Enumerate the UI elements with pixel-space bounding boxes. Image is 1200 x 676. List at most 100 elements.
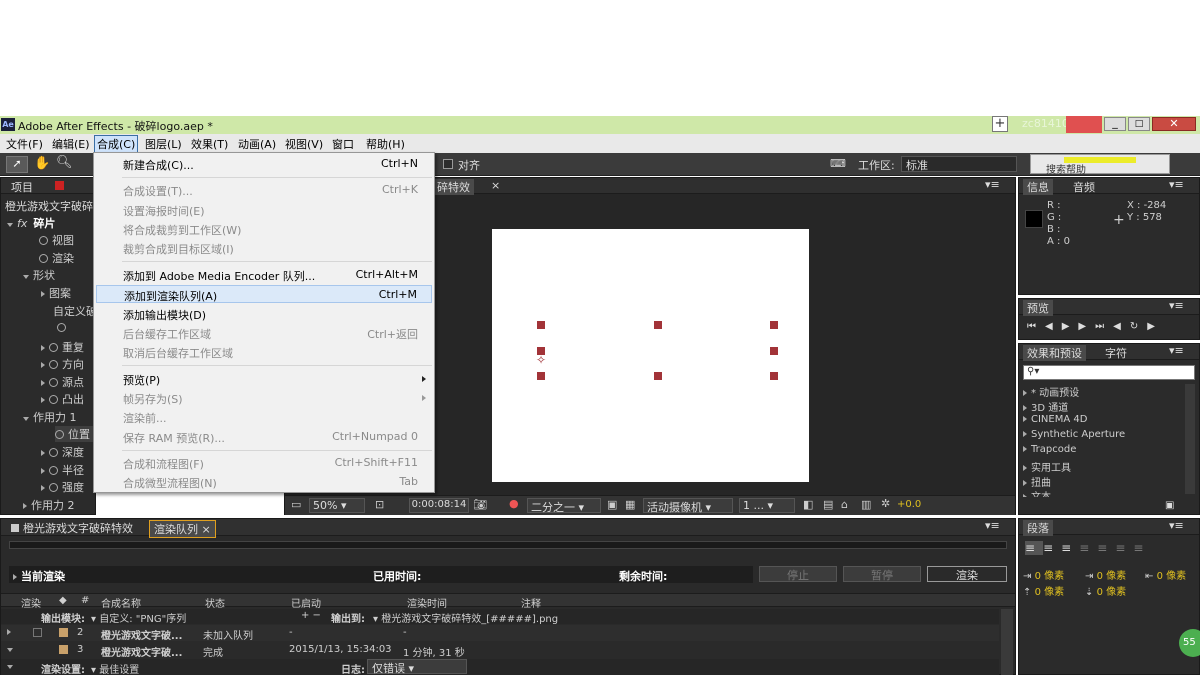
tab-composition[interactable]: 碎特效 (433, 179, 474, 195)
property-origin[interactable]: 源点 (41, 374, 84, 390)
panel-menu-icon[interactable]: ▾≡ (1169, 344, 1184, 357)
exposure-icon[interactable]: ✲ (881, 497, 890, 510)
exposure-value[interactable]: +0.0 (897, 499, 921, 510)
always-preview-icon[interactable]: ▭ (291, 498, 301, 511)
views-select[interactable]: 1 ... ▾ (739, 498, 795, 513)
row-expand-icon[interactable] (7, 627, 15, 638)
next-frame-icon[interactable]: ▶ (1078, 321, 1095, 332)
tab-project[interactable]: 项目 (7, 179, 37, 195)
tab-preview[interactable]: 预览 (1023, 300, 1053, 316)
stopwatch-icon[interactable] (39, 236, 48, 245)
tab-render-queue[interactable]: 渲染队列 × (149, 520, 216, 538)
workspace-select[interactable]: 标准 (901, 156, 1017, 172)
panel-menu-icon[interactable]: ▾≡ (985, 178, 1000, 191)
menu-file[interactable]: 文件(F) (6, 136, 43, 152)
col-status[interactable]: 状态 (205, 595, 225, 610)
align-right-icon[interactable]: ≡ (1061, 541, 1079, 555)
stopwatch-icon[interactable] (49, 395, 58, 404)
table-row[interactable]: 3 橙光游戏文字破... 完成 2015/1/13, 15:34:03 1 分钟… (1, 642, 999, 659)
align-center-icon[interactable]: ≡ (1043, 541, 1061, 555)
minimize-button[interactable]: _ (1104, 117, 1126, 131)
zoom-select[interactable]: 50% ▾ (309, 498, 365, 513)
first-frame-icon[interactable]: ⏮ (1027, 321, 1045, 332)
panel-menu-icon[interactable]: ▾≡ (985, 519, 1000, 532)
space-after[interactable]: ⇣ 0 像素 (1085, 583, 1126, 598)
tab-audio[interactable]: 音频 (1069, 179, 1099, 195)
log-select[interactable]: 仅错误 ▾ (367, 659, 467, 675)
row-expand-icon[interactable] (7, 644, 17, 655)
menu-item-cancel-cache[interactable]: 取消后台缓存工作区域 (94, 343, 434, 361)
indent-left[interactable]: ⇥ 0 像素 (1023, 567, 1064, 582)
row-expand-icon[interactable] (7, 661, 17, 672)
group-force-1[interactable]: 作用力 1 (23, 409, 77, 425)
col-render[interactable]: 渲染 (21, 595, 41, 610)
add-output-icon[interactable]: + − (301, 610, 321, 621)
toggle-pixel-icon[interactable]: ◧ (803, 498, 813, 511)
comp-canvas[interactable]: ✧ (492, 229, 809, 482)
resolution-select[interactable]: 二分之一 ▾ (527, 498, 601, 514)
menu-composition[interactable]: 合成(C) (94, 135, 139, 153)
stopwatch-icon[interactable] (39, 254, 48, 263)
panel-menu-icon[interactable]: ▾≡ (1169, 299, 1184, 312)
output-module-value[interactable]: ▾ 自定义: "PNG"序列 (91, 610, 186, 625)
zoom-tool-icon[interactable]: 🔍︎ (56, 155, 73, 170)
stopwatch-icon[interactable] (49, 360, 58, 369)
queue-scrollbar[interactable] (1001, 609, 1013, 675)
property-repeat[interactable]: 重复 (41, 339, 84, 355)
safe-zones-icon[interactable]: ⊡ (375, 498, 384, 511)
effects-scrollbar[interactable] (1185, 384, 1195, 494)
stopwatch-icon[interactable] (57, 323, 66, 332)
justify-center-icon[interactable]: ≡ (1097, 541, 1115, 555)
fast-preview-icon[interactable]: ▤ (823, 498, 833, 511)
property-custom-stopwatch[interactable] (57, 321, 70, 334)
col-comp-name[interactable]: 合成名称 (101, 595, 141, 610)
stopwatch-icon[interactable] (49, 466, 58, 475)
anchor-point-icon[interactable]: ✧ (536, 353, 546, 367)
stopwatch-icon[interactable] (55, 430, 64, 439)
roi-icon[interactable]: ▣ (607, 498, 617, 511)
menu-edit[interactable]: 编辑(E) (52, 136, 90, 152)
space-before[interactable]: ⇡ 0 像素 (1023, 583, 1064, 598)
menu-view[interactable]: 视图(V) (285, 136, 323, 152)
current-render-label[interactable]: 当前渲染 (13, 568, 65, 584)
menu-item-save-frame-as[interactable]: 帧另存为(S) (94, 389, 434, 407)
align-checkbox[interactable] (443, 159, 453, 169)
menu-item-composition-settings[interactable]: 合成设置(T)... Ctrl+K (94, 181, 434, 199)
col-render-time[interactable]: 渲染时间 (407, 595, 447, 610)
property-extrude[interactable]: 凸出 (41, 391, 84, 407)
snapshot-icon[interactable]: 📷︎ (473, 498, 487, 511)
justify-left-icon[interactable]: ≡ (1079, 541, 1097, 555)
tab-effects-presets[interactable]: 效果和预设 (1023, 345, 1086, 361)
list-item[interactable]: 实用工具 (1023, 459, 1071, 474)
property-depth[interactable]: 深度 (41, 444, 84, 460)
justify-all-icon[interactable]: ≡ (1133, 541, 1151, 555)
selection-tool-icon[interactable]: ➚ (6, 156, 28, 173)
menu-item-add-to-media-encoder[interactable]: 添加到 Adobe Media Encoder 队列... Ctrl+Alt+M (94, 266, 434, 284)
tab-timeline[interactable]: 橙光游戏文字破碎特效 (7, 520, 137, 536)
col-number[interactable]: # (81, 595, 89, 606)
property-view[interactable]: 视图 (39, 232, 74, 248)
prev-frame-icon[interactable]: ◀ (1045, 321, 1062, 332)
property-direction[interactable]: 方向 (41, 356, 84, 372)
channel-icon[interactable]: ● (509, 497, 519, 510)
stopwatch-icon[interactable] (49, 378, 58, 387)
render-settings-value[interactable]: ▾ 最佳设置 (91, 661, 139, 676)
timeline-icon[interactable]: ▥ (861, 498, 871, 511)
new-folder-icon[interactable]: ▣ (1165, 500, 1174, 511)
property-custom[interactable]: 自定义破 (53, 303, 97, 319)
menu-effect[interactable]: 效果(T) (191, 136, 228, 152)
maximize-button[interactable]: □ (1128, 117, 1150, 131)
justify-right-icon[interactable]: ≡ (1115, 541, 1133, 555)
effect-shatter[interactable]: fx 碎片 (7, 215, 55, 231)
menu-window[interactable]: 窗口 (332, 136, 354, 152)
menu-item-pre-render[interactable]: 渲染前... (94, 408, 434, 426)
group-force-2[interactable]: 作用力 2 (23, 497, 75, 513)
list-item[interactable]: 3D 通道 (1023, 399, 1068, 414)
stopwatch-icon[interactable] (49, 448, 58, 457)
indent-first[interactable]: ⇥ 0 像素 (1085, 567, 1126, 582)
pause-button[interactable]: 暂停 (843, 566, 921, 582)
menu-item-add-output-module[interactable]: 添加输出模块(D) (94, 305, 434, 323)
table-row[interactable]: 2 橙光游戏文字破... 未加入队列 - - (1, 625, 999, 642)
panel-menu-icon[interactable]: ▾≡ (1169, 178, 1184, 191)
render-button[interactable]: 渲染 (927, 566, 1007, 582)
